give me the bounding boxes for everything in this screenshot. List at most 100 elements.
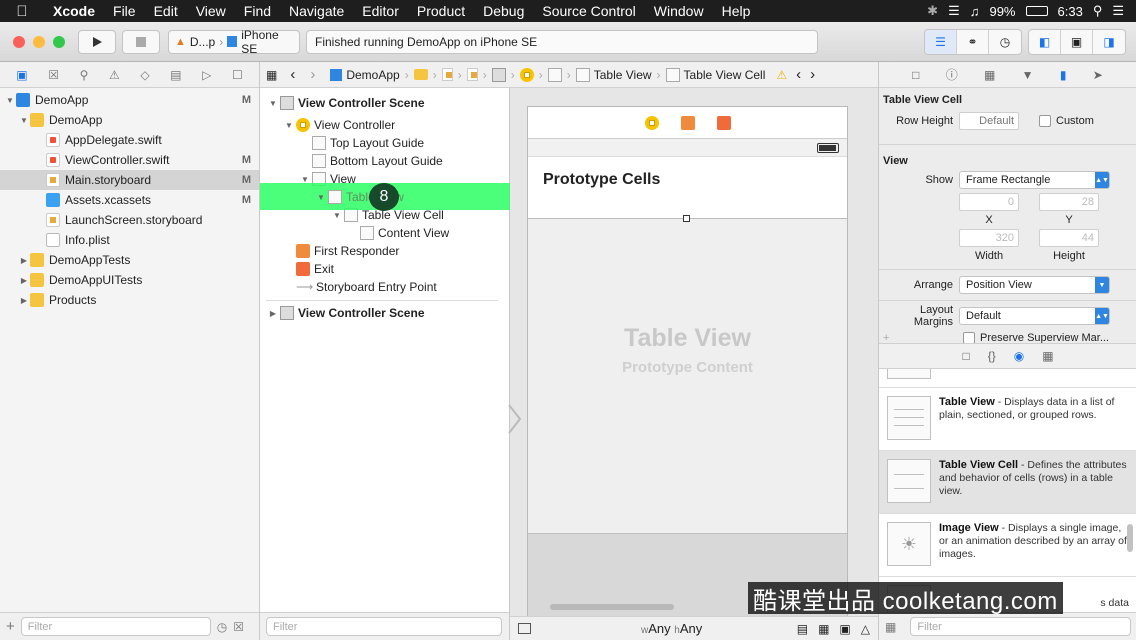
run-button[interactable] <box>78 29 116 54</box>
outline-exit-row[interactable]: Exit <box>296 260 334 278</box>
warning-icon[interactable]: ⚠ <box>768 68 790 82</box>
issue-navigator-tab-icon[interactable]: ⚠ <box>109 68 120 82</box>
clock[interactable]: 6:33 <box>1058 4 1083 19</box>
canvas-horizontal-scrollbar[interactable] <box>550 604 674 610</box>
jump-bar-view-controller[interactable] <box>517 67 537 82</box>
find-navigator-tab-icon[interactable]: ⚲ <box>80 68 89 82</box>
toggle-navigator-icon[interactable]: ◧ <box>1029 29 1061 54</box>
outline-bottom-layout-guide-row[interactable]: Bottom Layout Guide <box>312 152 443 170</box>
size-inspector-tab-icon[interactable]: ▮ <box>1060 68 1067 82</box>
tree-item-main-storyboard[interactable]: Main.storyboard M <box>0 170 259 190</box>
version-editor-icon[interactable]: ◷ <box>989 30 1021 54</box>
tree-item-uitests[interactable]: ▶ DemoAppUITests <box>0 270 259 290</box>
menu-app-name[interactable]: Xcode <box>44 3 104 19</box>
arrange-popup[interactable]: Position View ▼ <box>959 276 1110 294</box>
menu-help[interactable]: Help <box>713 3 760 19</box>
volume-icon[interactable]: ♫ <box>970 4 980 19</box>
identity-inspector-tab-icon[interactable]: ▦ <box>984 68 995 82</box>
toggle-outline-icon[interactable] <box>518 623 531 634</box>
outline-scene-row[interactable]: ▼ View Controller Scene <box>266 94 425 112</box>
view-controller-icon[interactable] <box>644 115 659 130</box>
x-field[interactable]: 0 <box>959 193 1019 211</box>
assistant-editor-icon[interactable]: ⚭ <box>957 29 989 54</box>
battery-percent[interactable]: 99% <box>989 4 1015 19</box>
tree-item-project[interactable]: ▼ DemoApp M <box>0 90 259 110</box>
object-library-icon[interactable]: ◉ <box>1014 349 1024 363</box>
show-popup[interactable]: Frame Rectangle ▲▼ <box>959 171 1110 189</box>
size-class-control[interactable]: wAny hAny <box>641 621 702 636</box>
code-snippet-library-icon[interactable]: {} <box>988 349 996 363</box>
quick-help-tab-icon[interactable]: ⓘ <box>946 66 958 83</box>
related-items-icon[interactable]: ▦ <box>260 68 280 82</box>
jump-bar-storyboard[interactable] <box>439 68 456 81</box>
add-icon[interactable]: + <box>6 618 15 635</box>
breakpoint-navigator-tab-icon[interactable]: ▷ <box>202 68 211 82</box>
standard-editor-icon[interactable]: ☰ <box>925 29 957 54</box>
library-item-table-view-cell[interactable]: Table View Cell - Defines the attributes… <box>879 451 1136 514</box>
report-navigator-tab-icon[interactable]: ☐ <box>232 68 243 82</box>
tree-item-assets[interactable]: Assets.xcassets M <box>0 190 259 210</box>
menu-editor[interactable]: Editor <box>353 3 408 19</box>
test-navigator-tab-icon[interactable]: ◇ <box>140 68 149 82</box>
tree-item-appdelegate[interactable]: AppDelegate.swift <box>0 130 259 150</box>
align-icon[interactable]: ▦ <box>818 622 829 636</box>
y-field[interactable]: 28 <box>1039 193 1099 211</box>
project-navigator-tab-icon[interactable]: ▣ <box>16 68 27 82</box>
first-responder-icon[interactable] <box>680 115 695 130</box>
outline-view-controller-row[interactable]: ▼ View Controller <box>282 116 395 134</box>
symbol-navigator-tab-icon[interactable]: ☒ <box>48 68 59 82</box>
connections-inspector-tab-icon[interactable]: ➤ <box>1093 68 1103 82</box>
minimize-window-button[interactable] <box>33 35 45 48</box>
jump-bar-scene[interactable] <box>489 67 509 82</box>
jump-bar-table-view-cell[interactable]: Table View Cell <box>663 67 769 82</box>
table-view[interactable]: Table View Prototype Content <box>528 215 847 481</box>
resize-handle[interactable] <box>683 215 690 222</box>
debug-navigator-tab-icon[interactable]: ▤ <box>170 68 181 82</box>
jump-bar-folder[interactable] <box>411 69 431 80</box>
toggle-debug-area-icon[interactable]: ▣ <box>1061 29 1093 54</box>
exit-icon[interactable] <box>716 115 731 130</box>
stop-button[interactable] <box>122 29 160 54</box>
file-inspector-tab-icon[interactable]: □ <box>912 68 919 82</box>
disclosure-closed-icon[interactable]: ▶ <box>18 296 30 305</box>
library-filter-input[interactable] <box>910 617 1131 636</box>
disclosure-open-icon[interactable]: ▼ <box>4 96 16 105</box>
apple-menu-icon[interactable]:  <box>0 3 44 20</box>
outline-top-layout-guide-row[interactable]: Top Layout Guide <box>312 134 424 152</box>
custom-row-height-checkbox[interactable] <box>1039 115 1051 127</box>
outline-scene-row-2[interactable]: ▶ View Controller Scene <box>266 304 425 322</box>
grid-view-icon[interactable]: ▦ <box>885 620 896 634</box>
library-item-table-view[interactable]: Table View - Displays data in a list of … <box>879 388 1136 451</box>
library-scrollbar[interactable] <box>1127 524 1133 552</box>
jump-bar-table-view[interactable]: Table View <box>573 67 655 82</box>
disclosure-open-icon[interactable]: ▼ <box>314 193 328 202</box>
tree-item-infoplist[interactable]: Info.plist <box>0 230 259 250</box>
menu-product[interactable]: Product <box>408 3 474 19</box>
menu-file[interactable]: File <box>104 3 145 19</box>
menu-find[interactable]: Find <box>235 3 280 19</box>
width-field[interactable]: 320 <box>959 229 1019 247</box>
file-template-library-icon[interactable]: □ <box>962 349 969 363</box>
disclosure-open-icon[interactable]: ▼ <box>330 211 344 220</box>
stack-icon[interactable]: ▤ <box>797 622 808 636</box>
jump-bar-view[interactable] <box>545 67 565 82</box>
recent-files-icon[interactable]: ◷ <box>217 620 227 634</box>
tree-item-products[interactable]: ▶ Products <box>0 290 259 310</box>
forward-button[interactable]: › <box>298 66 318 83</box>
scheme-selector[interactable]: ▲ D...p › iPhone SE <box>168 28 300 56</box>
jump-bar-storyboard-base[interactable] <box>464 68 481 81</box>
row-height-field[interactable] <box>959 112 1019 130</box>
next-issue-button[interactable]: › <box>804 66 818 83</box>
jump-bar-project[interactable]: DemoApp <box>318 68 402 82</box>
tree-item-tests[interactable]: ▶ DemoAppTests <box>0 250 259 270</box>
menu-view[interactable]: View <box>187 3 235 19</box>
disclosure-open-icon[interactable]: ▼ <box>266 99 280 108</box>
spotlight-search-icon[interactable]: ⚲ <box>1093 3 1103 19</box>
menu-window[interactable]: Window <box>645 3 713 19</box>
toggle-utilities-icon[interactable]: ◨ <box>1093 30 1125 54</box>
battery-icon[interactable] <box>1025 6 1048 16</box>
pin-icon[interactable]: ▣ <box>839 622 850 636</box>
height-field[interactable]: 44 <box>1039 229 1099 247</box>
menu-edit[interactable]: Edit <box>145 3 187 19</box>
disclosure-open-icon[interactable]: ▼ <box>282 121 296 130</box>
